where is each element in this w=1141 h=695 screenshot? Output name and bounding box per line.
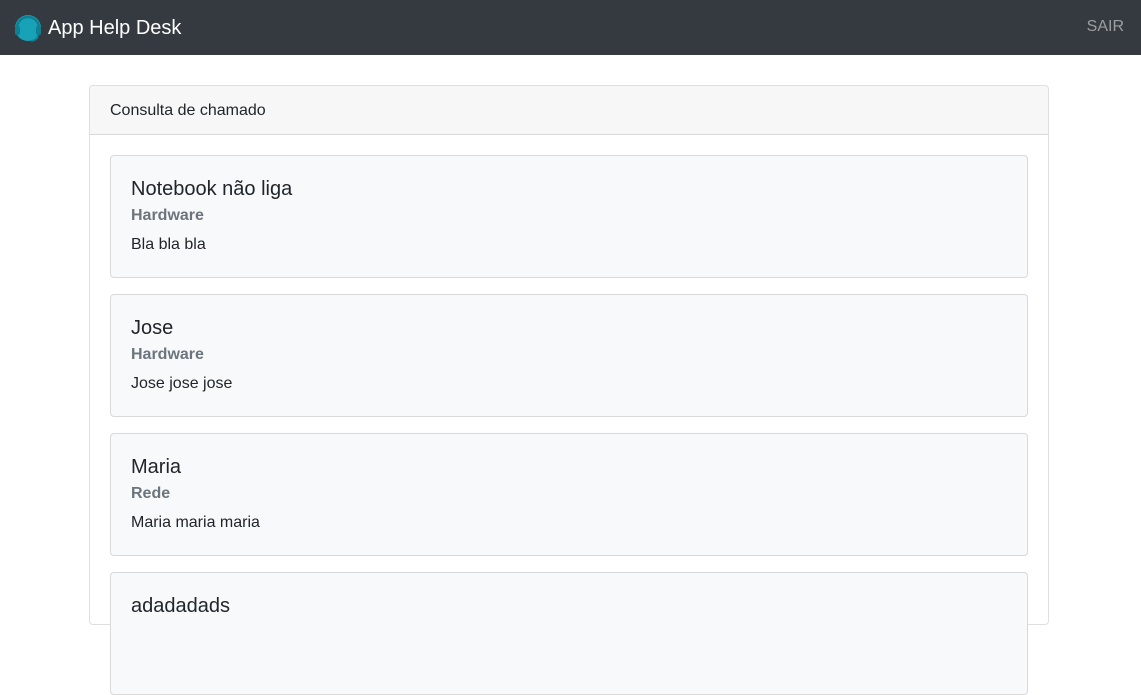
logout-link[interactable]: SAIR xyxy=(1087,17,1124,37)
ticket-description: Bla bla bla xyxy=(131,236,206,253)
ticket-query-card: Consulta de chamado Notebook não liga Ha… xyxy=(89,85,1049,695)
brand-title: App Help Desk xyxy=(48,17,182,39)
ticket-description: Jose jose jose xyxy=(131,375,233,392)
ticket-title: adadadads xyxy=(131,595,230,617)
ticket-category: Rede xyxy=(131,485,171,502)
ticket-title: Notebook não liga xyxy=(131,178,293,200)
ticket-card[interactable]: Notebook não liga Hardware Bla bla bla xyxy=(110,155,1028,278)
ticket-description: Maria maria maria xyxy=(131,514,260,531)
ticket-category: Hardware xyxy=(131,207,204,224)
ticket-list: Notebook não liga Hardware Bla bla bla J… xyxy=(90,135,1048,695)
ticket-card[interactable]: adadadads xyxy=(110,572,1028,695)
ticket-card[interactable]: Maria Rede Maria maria maria xyxy=(110,433,1028,556)
card-header: Consulta de chamado xyxy=(90,86,1048,135)
ticket-title: Maria xyxy=(131,456,182,478)
top-navbar: App Help Desk SAIR xyxy=(0,0,1141,55)
headset-logo-icon xyxy=(15,15,41,42)
brand-link[interactable]: App Help Desk xyxy=(14,12,181,44)
ticket-card[interactable]: Jose Hardware Jose jose jose xyxy=(110,294,1028,417)
ticket-category: Hardware xyxy=(131,346,204,363)
ticket-title: Jose xyxy=(131,317,174,339)
